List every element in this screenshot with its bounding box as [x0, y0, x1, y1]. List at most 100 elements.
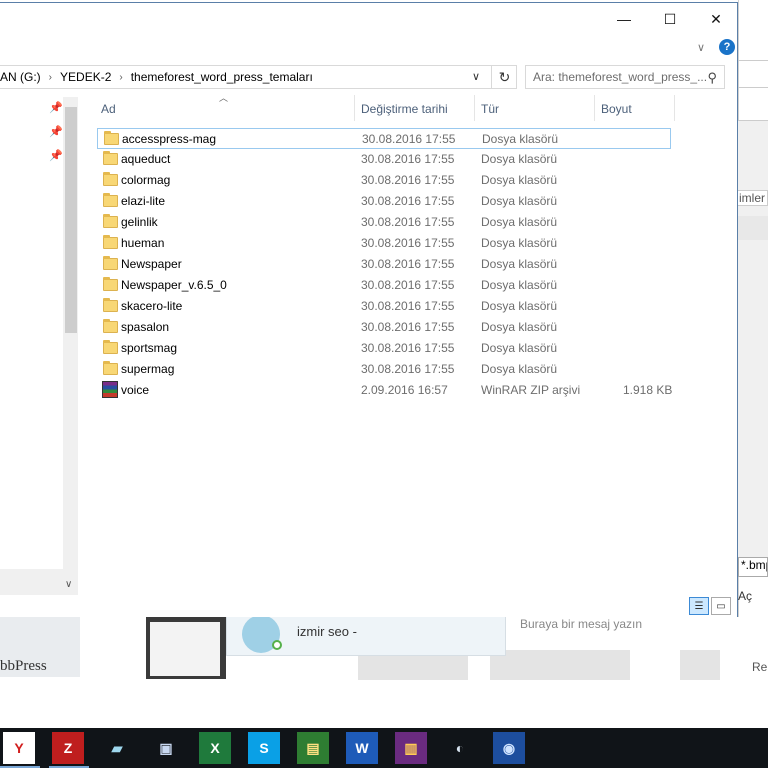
file-date: 30.08.2016 17:55 [361, 236, 455, 250]
breadcrumb-separator-icon[interactable]: › [119, 72, 122, 83]
breadcrumb-current[interactable]: themeforest_word_press_temaları [131, 70, 313, 84]
folder-icon [103, 172, 118, 186]
column-header-name[interactable]: Ad [95, 95, 355, 121]
network-computer-icon[interactable]: ▣ [150, 732, 182, 764]
file-name: gelinlik [121, 215, 158, 229]
cd-burner-icon[interactable]: ◉ [493, 732, 525, 764]
list-item[interactable]: supermag 30.08.2016 17:55 Dosya klasörü [97, 359, 671, 380]
winrar-icon [102, 381, 118, 398]
list-item[interactable]: hueman 30.08.2016 17:55 Dosya klasörü [97, 233, 671, 254]
file-name: skacero-lite [121, 299, 183, 313]
folder-icon [103, 193, 118, 207]
file-name: colormag [121, 173, 171, 187]
folder-icon [103, 277, 118, 291]
help-icon[interactable]: ? [719, 39, 735, 55]
filezilla-icon[interactable]: Z [52, 732, 84, 764]
list-item[interactable]: Newspaper 30.08.2016 17:55 Dosya klasörü [97, 254, 671, 275]
column-header-type[interactable]: Tür [475, 95, 595, 121]
list-item[interactable]: elazi-lite 30.08.2016 17:55 Dosya klasörü [97, 191, 671, 212]
file-date: 30.08.2016 17:55 [361, 152, 455, 166]
file-date: 30.08.2016 17:55 [361, 215, 455, 229]
file-type: Dosya klasörü [481, 341, 558, 355]
address-dropdown-icon[interactable]: ∨ [472, 70, 480, 83]
scrollbar-thumb[interactable] [65, 107, 77, 333]
background-thumbnail [490, 650, 630, 680]
folder-icon [103, 298, 118, 312]
ribbon-expand-icon[interactable]: ∨ [697, 41, 705, 54]
skype-icon[interactable]: S [248, 732, 280, 764]
file-name: hueman [121, 236, 165, 250]
list-item[interactable]: colormag 30.08.2016 17:55 Dosya klasörü [97, 170, 671, 191]
file-date: 30.08.2016 17:55 [361, 341, 455, 355]
yandex-browser-icon[interactable]: Y [3, 732, 35, 764]
file-date: 30.08.2016 17:55 [361, 362, 455, 376]
background-thumbnail-inner [150, 622, 220, 676]
file-date: 2.09.2016 16:57 [361, 383, 448, 397]
maximize-button[interactable]: ☐ [647, 3, 693, 35]
folder-icon [104, 131, 119, 145]
close-button[interactable]: ✕ [693, 3, 739, 35]
list-item[interactable]: accesspress-mag 30.08.2016 17:55 Dosya kla… [97, 128, 671, 149]
background-thumbnail [680, 650, 720, 680]
file-type: WinRAR ZIP arşivi [481, 383, 581, 397]
background-panel [738, 120, 768, 150]
pin-icon[interactable]: 📌 [49, 149, 63, 162]
file-date: 30.08.2016 17:55 [361, 278, 455, 292]
file-date: 30.08.2016 17:55 [361, 173, 455, 187]
list-item[interactable]: skacero-lite 30.08.2016 17:55 Dosya klasör… [97, 296, 671, 317]
file-explorer-window: — ☐ ✕ ∨ ? AN (G:) › YEDEK-2 › themefores… [0, 2, 738, 617]
list-item[interactable]: voice 2.09.2016 16:57 WinRAR ZIP arşivi 1.9… [97, 380, 673, 401]
search-icon[interactable]: ⚲ [707, 70, 717, 86]
breadcrumb-separator-icon[interactable]: › [49, 72, 52, 83]
file-type: Dosya klasörü [481, 257, 558, 271]
winrar-taskbar-icon[interactable]: ▥ [395, 732, 427, 764]
background-file-filter[interactable]: *.bmp [738, 557, 768, 577]
column-header-date[interactable]: Değiştirme tarihi [355, 95, 475, 121]
folder-icon [103, 235, 118, 249]
file-type: Dosya klasörü [481, 194, 558, 208]
search-placeholder: Ara: themeforest_word_press_... [533, 70, 708, 84]
online-status-icon [272, 640, 282, 650]
notepad-icon[interactable]: ▰ [101, 732, 133, 764]
pin-icon[interactable]: 📌 [49, 101, 63, 114]
folder-icon [103, 151, 118, 165]
chat-message-input[interactable]: Buraya bir mesaj yazın [520, 617, 642, 631]
folder-icon [103, 319, 118, 333]
file-size: 1.918 KB [623, 383, 673, 397]
disc-tool-icon[interactable]: ◐ [444, 732, 476, 764]
project-icon[interactable]: ▤ [297, 732, 329, 764]
address-bar[interactable]: AN (G:) › YEDEK-2 › themeforest_word_pre… [0, 65, 517, 89]
word-icon[interactable]: W [346, 732, 378, 764]
background-open-button[interactable]: Aç [738, 589, 768, 603]
list-item[interactable]: Newspaper_v.6.5_0 30.08.2016 17:55 Dosya k… [97, 275, 671, 296]
large-icons-view-icon[interactable]: ▭ [711, 597, 731, 615]
breadcrumb-folder[interactable]: YEDEK-2 [60, 70, 111, 84]
file-name: supermag [121, 362, 175, 376]
breadcrumb-drive[interactable]: AN (G:) [0, 70, 41, 84]
search-input[interactable]: Ara: themeforest_word_press_... ⚲ [525, 65, 725, 89]
file-name: voice [121, 383, 150, 397]
refresh-button[interactable]: ↻ [491, 65, 517, 89]
details-view-icon[interactable]: ☰ [689, 597, 709, 615]
list-item[interactable]: sportsmag 30.08.2016 17:55 Dosya klasörü [97, 338, 671, 359]
background-text-re: Re [752, 660, 768, 674]
bbpress-logo-text: bbPress [0, 658, 47, 674]
excel-icon[interactable]: X [199, 732, 231, 764]
list-item[interactable]: gelinlik 30.08.2016 17:55 Dosya klasörü [97, 212, 671, 233]
status-bar: ☰ ▭ [0, 595, 737, 617]
title-bar[interactable]: — ☐ ✕ [0, 3, 737, 35]
file-date: 30.08.2016 17:55 [361, 299, 455, 313]
column-header-size[interactable]: Boyut [595, 95, 675, 121]
file-type: Dosya klasörü [481, 236, 558, 250]
file-date: 30.08.2016 17:55 [362, 132, 456, 146]
folder-icon [103, 340, 118, 354]
file-date: 30.08.2016 17:55 [361, 320, 455, 334]
file-type: Dosya klasörü [481, 152, 558, 166]
pin-icon[interactable]: 📌 [49, 125, 63, 138]
background-box [738, 216, 768, 240]
folder-icon [103, 214, 118, 228]
list-item[interactable]: spasalon 30.08.2016 17:55 Dosya klasörü [97, 317, 671, 338]
minimize-button[interactable]: — [601, 3, 647, 35]
scroll-down-icon[interactable]: ∨ [65, 579, 72, 590]
list-item[interactable]: aqueduct 30.08.2016 17:55 Dosya klasörü [97, 149, 671, 170]
